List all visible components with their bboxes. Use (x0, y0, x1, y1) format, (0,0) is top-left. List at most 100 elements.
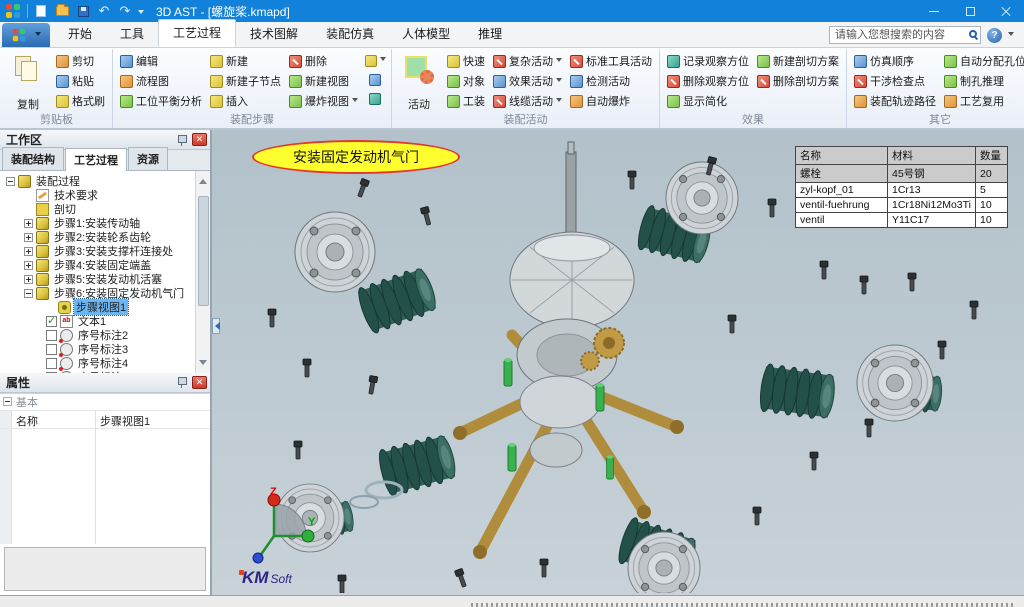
search-input[interactable] (829, 26, 981, 44)
assembly-track-path-button[interactable]: 装配轨迹路径 (852, 91, 938, 111)
copy-button[interactable]: 复制 (4, 50, 52, 114)
new-child-node-button[interactable]: 新建子节点 (208, 71, 283, 91)
delete-section-plan-button[interactable]: 删除剖切方案 (755, 71, 841, 91)
tab-process-tree[interactable]: 工艺过程 (65, 148, 127, 171)
tree-item-step2[interactable]: 步骤2:安装轮系齿轮 (2, 230, 195, 244)
tree-item-step5[interactable]: 步骤5:安装发动机活塞 (2, 272, 195, 286)
activity-button[interactable]: 活动 (395, 50, 443, 114)
tree-item-step-view-1[interactable]: 步骤视图1 (2, 300, 195, 314)
tab-process[interactable]: 工艺过程 (158, 19, 236, 47)
tree-item-assembly-process[interactable]: 装配过程 (2, 174, 195, 188)
tab-resources[interactable]: 资源 (128, 147, 168, 170)
tab-tools[interactable]: 工具 (106, 21, 158, 47)
tab-assembly-structure[interactable]: 装配结构 (2, 147, 64, 170)
tree-item-balloon-2[interactable]: 序号标注2 (2, 328, 195, 342)
checkbox[interactable] (46, 316, 57, 327)
new-view-button[interactable]: 新建视图 (287, 71, 360, 91)
viewport-3d[interactable]: 安装固定发动机气门 名称 材料 数量 螺栓45号钢20 zyl-kopf_011… (212, 130, 1024, 595)
steps-link-button[interactable] (363, 89, 387, 108)
format-painter-button[interactable]: 格式刷 (54, 91, 107, 111)
pin-icon[interactable] (177, 134, 186, 146)
minimize-button[interactable] (916, 0, 952, 22)
tooling-button[interactable]: 工装 (445, 91, 487, 111)
insert-button[interactable]: 插入 (208, 91, 283, 111)
effect-activity-button[interactable]: 效果活动 (491, 71, 564, 91)
edit-button[interactable]: 编辑 (118, 51, 204, 71)
scroll-down-icon[interactable] (199, 360, 207, 369)
complex-activity-button[interactable]: 复杂活动 (491, 51, 564, 71)
expander-icon[interactable] (3, 397, 12, 406)
scroll-up-icon[interactable] (199, 175, 207, 184)
property-row-name[interactable]: 名称 步骤视图1 (0, 411, 210, 429)
hole-making-inference-button[interactable]: 制孔推理 (942, 71, 1024, 91)
steps-grid-button[interactable] (363, 51, 387, 70)
station-balance-button[interactable]: 工位平衡分析 (118, 91, 204, 111)
object-button[interactable]: 对象 (445, 71, 487, 91)
expander-icon[interactable] (24, 247, 33, 256)
scrollbar-thumb[interactable] (198, 196, 209, 306)
steps-structure-button[interactable] (363, 70, 387, 89)
property-value[interactable]: 步骤视图1 (96, 411, 210, 428)
cable-activity-button[interactable]: 线缆活动 (491, 91, 564, 111)
checkbox[interactable] (46, 344, 57, 355)
tree-item-balloon-4[interactable]: 序号标注4 (2, 356, 195, 370)
bom-table[interactable]: 名称 材料 数量 螺栓45号钢20 zyl-kopf_011Cr135 vent… (795, 146, 1008, 228)
exploded-view-button[interactable]: 爆炸视图 (287, 91, 360, 111)
tab-technical-illustration[interactable]: 技术图解 (236, 21, 312, 47)
auto-assign-holes-button[interactable]: 自动分配孔位 (942, 51, 1024, 71)
display-simplify-button[interactable]: 显示简化 (665, 91, 751, 111)
pin-icon[interactable] (177, 376, 186, 388)
redo-button[interactable] (117, 3, 133, 19)
tab-home[interactable]: 开始 (54, 21, 106, 47)
app-menu-button[interactable] (2, 23, 50, 47)
panel-close-icon[interactable] (192, 133, 207, 146)
expander-icon[interactable] (24, 233, 33, 242)
paste-button[interactable]: 粘贴 (54, 71, 107, 91)
tab-assembly-simulation[interactable]: 装配仿真 (312, 21, 388, 47)
checkbox[interactable] (46, 358, 57, 369)
undo-button[interactable] (96, 3, 112, 19)
tree-item-balloon-3[interactable]: 序号标注3 (2, 342, 195, 356)
inspection-activity-button[interactable]: 检测活动 (568, 71, 654, 91)
expander-icon[interactable] (6, 177, 15, 186)
properties-section-basic[interactable]: 基本 (0, 394, 210, 411)
checkbox[interactable] (46, 330, 57, 341)
cut-button[interactable]: 剪切 (54, 51, 107, 71)
tree-item-text-1[interactable]: 文本1 (2, 314, 195, 328)
new-section-plan-button[interactable]: 新建剖切方案 (755, 51, 841, 71)
new-file-button[interactable] (33, 3, 49, 19)
tree-item-tech-requirements[interactable]: 技术要求 (2, 188, 195, 202)
tree-scrollbar[interactable] (195, 171, 210, 373)
flowchart-button[interactable]: 流程图 (118, 71, 204, 91)
tree-item-step6[interactable]: 步骤6:安装固定发动机气门 (2, 286, 195, 300)
tab-human-model[interactable]: 人体模型 (388, 21, 464, 47)
expander-icon[interactable] (24, 289, 33, 298)
auto-explode-button[interactable]: 自动爆炸 (568, 91, 654, 111)
tree-item-step4[interactable]: 步骤4:安装固定端盖 (2, 258, 195, 272)
help-button[interactable] (987, 28, 1014, 43)
tab-inference[interactable]: 推理 (464, 21, 516, 47)
close-button[interactable] (988, 0, 1024, 22)
panel-close-icon[interactable] (192, 376, 207, 389)
open-file-button[interactable] (54, 3, 70, 19)
quick-access-dropdown[interactable] (138, 10, 144, 17)
tree-item-step1[interactable]: 步骤1:安装传动轴 (2, 216, 195, 230)
quick-button[interactable]: 快速 (445, 51, 487, 71)
delete-view-orientation-button[interactable]: 删除观察方位 (665, 71, 751, 91)
expander-icon[interactable] (24, 275, 33, 284)
splitter-collapse-arrow[interactable] (212, 318, 220, 334)
save-button[interactable] (75, 3, 91, 19)
checkbox[interactable] (46, 372, 57, 373)
expander-icon[interactable] (24, 261, 33, 270)
standard-tool-activity-button[interactable]: 标准工具活动 (568, 51, 654, 71)
new-step-button[interactable]: 新建 (208, 51, 283, 71)
expander-icon[interactable] (24, 219, 33, 228)
interference-checkpoint-button[interactable]: 干涉检查点 (852, 71, 938, 91)
step-callout[interactable]: 安装固定发动机气门 (252, 140, 460, 174)
process-reuse-button[interactable]: 工艺复用 (942, 91, 1024, 111)
tree-item-step3[interactable]: 步骤3:安装支撑杆连接处 (2, 244, 195, 258)
simulation-order-button[interactable]: 仿真顺序 (852, 51, 938, 71)
delete-step-button[interactable]: 删除 (287, 51, 360, 71)
tree-item-section[interactable]: 剖切 (2, 202, 195, 216)
record-view-orientation-button[interactable]: 记录观察方位 (665, 51, 751, 71)
